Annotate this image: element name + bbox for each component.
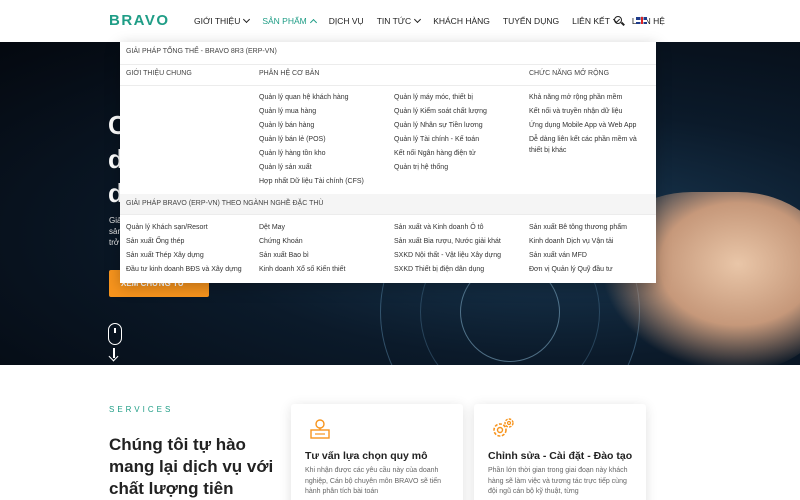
menu-link[interactable]: Kết nối Ngân hàng điện tử [394, 150, 476, 157]
industry-link[interactable]: Đầu tư kinh doanh BĐS và Xây dựng [126, 266, 242, 273]
main-nav: GIỚI THIỆU SẢN PHẨM DỊCH VỤ TIN TỨC KHÁC… [194, 0, 678, 42]
menu-link[interactable]: Quản lý hàng tồn kho [259, 150, 326, 157]
nav-label: KHÁCH HÀNG [433, 16, 490, 26]
nav-tin-tuc[interactable]: TIN TỨC [376, 15, 422, 26]
menu-link[interactable]: Quản lý máy móc, thiết bị [394, 94, 473, 101]
mega-section-title: GIẢI PHÁP TỔNG THỂ - BRAVO 8R3 (ERP-VN) [126, 48, 277, 55]
industry-link[interactable]: Sản xuất Bao bì [259, 252, 309, 259]
search-icon[interactable] [614, 16, 622, 24]
industry-link[interactable]: Sản xuất Bia rượu, Nước giải khát [394, 238, 501, 245]
nav-san-pham[interactable]: SẢN PHẨM [262, 16, 317, 26]
menu-link[interactable]: Quản lý quan hệ khách hàng [259, 94, 349, 101]
service-card-title: Tư vấn lựa chọn quy mô [305, 450, 428, 462]
arrow-down-icon [113, 348, 115, 358]
nav-label: TUYỂN DỤNG [502, 16, 560, 26]
menu-link[interactable]: Khả năng mở rộng phần mềm [529, 94, 622, 101]
menu-link[interactable]: Quản trị hệ thống [394, 164, 448, 171]
menu-link[interactable]: Quản lý bán hàng [259, 122, 314, 129]
nav-lien-ket[interactable]: LIÊN KẾT [572, 15, 620, 26]
industry-link[interactable]: Sản xuất Ống thép [126, 238, 184, 245]
uk-flag-icon[interactable] [636, 17, 647, 24]
menu-link[interactable]: Hợp nhất Dữ liệu Tài chính (CFS) [259, 178, 364, 185]
industry-link[interactable]: Chứng Khoán [259, 238, 303, 245]
col-head-gioi-thieu-chung[interactable]: GIỚI THIỆU CHUNG [126, 70, 192, 77]
chevron-up-icon [309, 18, 317, 26]
nav-dich-vu[interactable]: DỊCH VỤ [329, 16, 364, 26]
nav-label: DỊCH VỤ [328, 16, 364, 26]
industry-link[interactable]: SXKD Thiết bị điện dân dụng [394, 266, 484, 273]
nav-label: LIÊN KẾT [572, 16, 610, 26]
divider [120, 85, 656, 86]
services-title: Chúng tôi tự hào mang lại dịch vụ với ch… [109, 435, 274, 498]
nav-tuyen-dung[interactable]: TUYỂN DỤNG [503, 16, 559, 26]
industry-link[interactable]: Sản xuất và Kinh doanh Ô tô [394, 224, 484, 231]
industry-link[interactable]: Sản xuất Bê tông thương phẩm [529, 224, 627, 231]
industry-link[interactable]: Quản lý Khách sạn/Resort [126, 224, 208, 231]
services-label: SERVICES [109, 405, 174, 414]
industry-link[interactable]: Kinh doanh Dịch vụ Vận tải [529, 238, 613, 245]
service-card-title: Chỉnh sửa - Cài đặt - Đào tạo [488, 450, 633, 462]
menu-link[interactable]: Ứng dụng Mobile App và Web App [529, 122, 636, 129]
bravo-logo[interactable]: BRAVO [109, 12, 170, 29]
nav-khach-hang[interactable]: KHÁCH HÀNG [433, 16, 490, 26]
site-header: BRAVO GIỚI THIỆU SẢN PHẨM DỊCH VỤ TIN TỨ… [0, 0, 800, 42]
industry-link[interactable]: Đơn vị Quản lý Quỹ đầu tư [529, 266, 613, 273]
menu-link[interactable]: thiết bị khác [529, 147, 566, 154]
menu-link[interactable]: Quản lý Nhân sự Tiền lương [394, 122, 483, 129]
hero-subtext-fragment: trở [109, 238, 120, 247]
industry-link[interactable]: Sản xuất Thép Xây dựng [126, 252, 204, 259]
menu-link[interactable]: Dễ dàng liên kết các phần mềm và [529, 136, 637, 143]
divider [120, 64, 656, 65]
menu-link[interactable]: Quản lý mua hàng [259, 108, 316, 115]
divider [120, 214, 656, 215]
chevron-down-icon [414, 15, 422, 24]
col-head-chuc-nang-mo-rong: CHỨC NĂNG MỞ RỘNG [529, 70, 610, 77]
industry-link[interactable]: Dệt May [259, 224, 285, 231]
chevron-down-icon [243, 15, 251, 24]
menu-link[interactable]: Kết nối và truyền nhận dữ liệu [529, 108, 622, 115]
menu-link[interactable]: Quản lý Kiểm soát chất lượng [394, 108, 487, 115]
menu-link[interactable]: Quản lý bán lẻ (POS) [259, 136, 326, 143]
menu-link[interactable]: Quản lý sản xuất [259, 164, 312, 171]
nav-label: GIỚI THIỆU [194, 16, 241, 26]
industry-link[interactable]: Sản xuất ván MFD [529, 252, 587, 259]
industry-link[interactable]: SXKD Nội thất - Vật liệu Xây dựng [394, 252, 501, 259]
menu-link[interactable]: Quản lý Tài chính - Kế toán [394, 136, 479, 143]
service-card[interactable]: Tư vấn lựa chọn quy mô Khi nhận được các… [291, 404, 463, 500]
mega-section-title: GIẢI PHÁP BRAVO (ERP-VN) THEO NGÀNH NGHỀ… [126, 200, 324, 207]
mouse-scroll-icon[interactable] [108, 323, 122, 345]
nav-label: SẢN PHẨM [262, 16, 307, 26]
service-card-desc: Khi nhận được các yêu cầu này của doanh … [305, 467, 442, 495]
service-card-desc: Phần lớn thời gian trong giai đoạn này k… [488, 467, 628, 495]
industry-link[interactable]: Kinh doanh Xổ số Kiến thiết [259, 266, 345, 273]
nav-gioi-thieu[interactable]: GIỚI THIỆU [194, 15, 251, 26]
consulting-icon [310, 419, 330, 439]
nav-label: TIN TỨC [376, 16, 412, 26]
gears-icon [493, 418, 514, 437]
col-head-phan-he-co-ban: PHÂN HỆ CƠ BẢN [259, 70, 320, 77]
products-mega-menu: GIẢI PHÁP TỔNG THỂ - BRAVO 8R3 (ERP-VN) … [120, 42, 656, 283]
service-card[interactable]: Chỉnh sửa - Cài đặt - Đào tạo Phần lớn t… [474, 404, 646, 500]
